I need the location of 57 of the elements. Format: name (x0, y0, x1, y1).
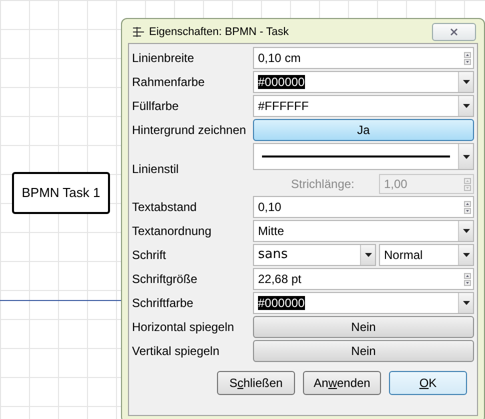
combo-field[interactable]: #000000 (253, 292, 474, 314)
property-label: Hintergrund zeichnen (132, 122, 248, 139)
property-label: Schriftfarbe (132, 295, 194, 312)
window-title: Eigenschaften: BPMN - Task (149, 24, 290, 40)
close-icon (450, 28, 458, 36)
dialog-button[interactable]: Anwenden (303, 371, 381, 395)
property-label: Schrift (132, 247, 168, 264)
property-label: Füllfarbe (132, 98, 180, 115)
property-label: Textabstand (132, 199, 198, 216)
combo-field[interactable]: #000000 (253, 71, 474, 93)
combo-field[interactable]: #FFFFFF (253, 95, 474, 117)
app-icon (132, 26, 145, 38)
combo-field[interactable]: Mitte (253, 220, 474, 242)
up-arrow-icon (464, 272, 471, 278)
dropdown-button[interactable] (458, 245, 473, 265)
dialog-button[interactable]: OK (389, 371, 467, 395)
close-button[interactable] (432, 23, 476, 41)
dropdown-button[interactable] (458, 293, 473, 313)
down-arrow-icon (464, 280, 471, 286)
toggle-button[interactable]: Nein (253, 340, 474, 362)
property-label: Vertikal spiegeln (132, 343, 220, 360)
dropdown-button[interactable] (360, 245, 375, 265)
property-label: Linienstil (132, 160, 180, 178)
caret-icon (462, 253, 470, 257)
caret-icon (364, 253, 372, 257)
caret-icon (462, 154, 470, 158)
property-label: Linienbreite (132, 50, 196, 67)
spin-field[interactable]: 22,68 pt (253, 268, 474, 290)
line-style-combo[interactable] (253, 143, 474, 170)
caret-icon (462, 104, 470, 108)
font-style-combo[interactable]: Normal (379, 244, 474, 266)
spin-field[interactable]: 0,10 (253, 196, 474, 218)
down-arrow-icon (464, 184, 471, 190)
caret-icon (462, 80, 470, 84)
up-arrow-icon (464, 52, 471, 58)
dropdown-button[interactable] (458, 96, 473, 116)
dash-length-label: Strichlänge: (291, 176, 356, 193)
property-label: Horizontal spiegeln (132, 319, 236, 336)
dialog-button[interactable]: Schließen (217, 371, 295, 395)
dropdown-button[interactable] (458, 72, 473, 92)
down-arrow-icon (464, 58, 471, 64)
font-combo[interactable]: sans (253, 244, 376, 266)
up-arrow-icon (464, 178, 471, 184)
property-label: Schriftgröße (132, 271, 198, 288)
down-arrow-icon (464, 208, 471, 214)
up-arrow-icon (464, 200, 471, 206)
task-shape[interactable]: BPMN Task 1 (12, 172, 110, 214)
toggle-button[interactable]: Ja (253, 119, 474, 141)
spin-field[interactable]: 0,10 cm (253, 47, 474, 69)
property-label: Textanordnung (132, 223, 212, 240)
property-label: Rahmenfarbe (132, 74, 206, 91)
caret-icon (462, 301, 470, 305)
caret-icon (462, 229, 470, 233)
dropdown-button[interactable] (458, 221, 473, 241)
dropdown-button[interactable] (458, 144, 473, 169)
toggle-button[interactable]: Nein (253, 316, 474, 338)
solid-line-icon (262, 155, 450, 158)
